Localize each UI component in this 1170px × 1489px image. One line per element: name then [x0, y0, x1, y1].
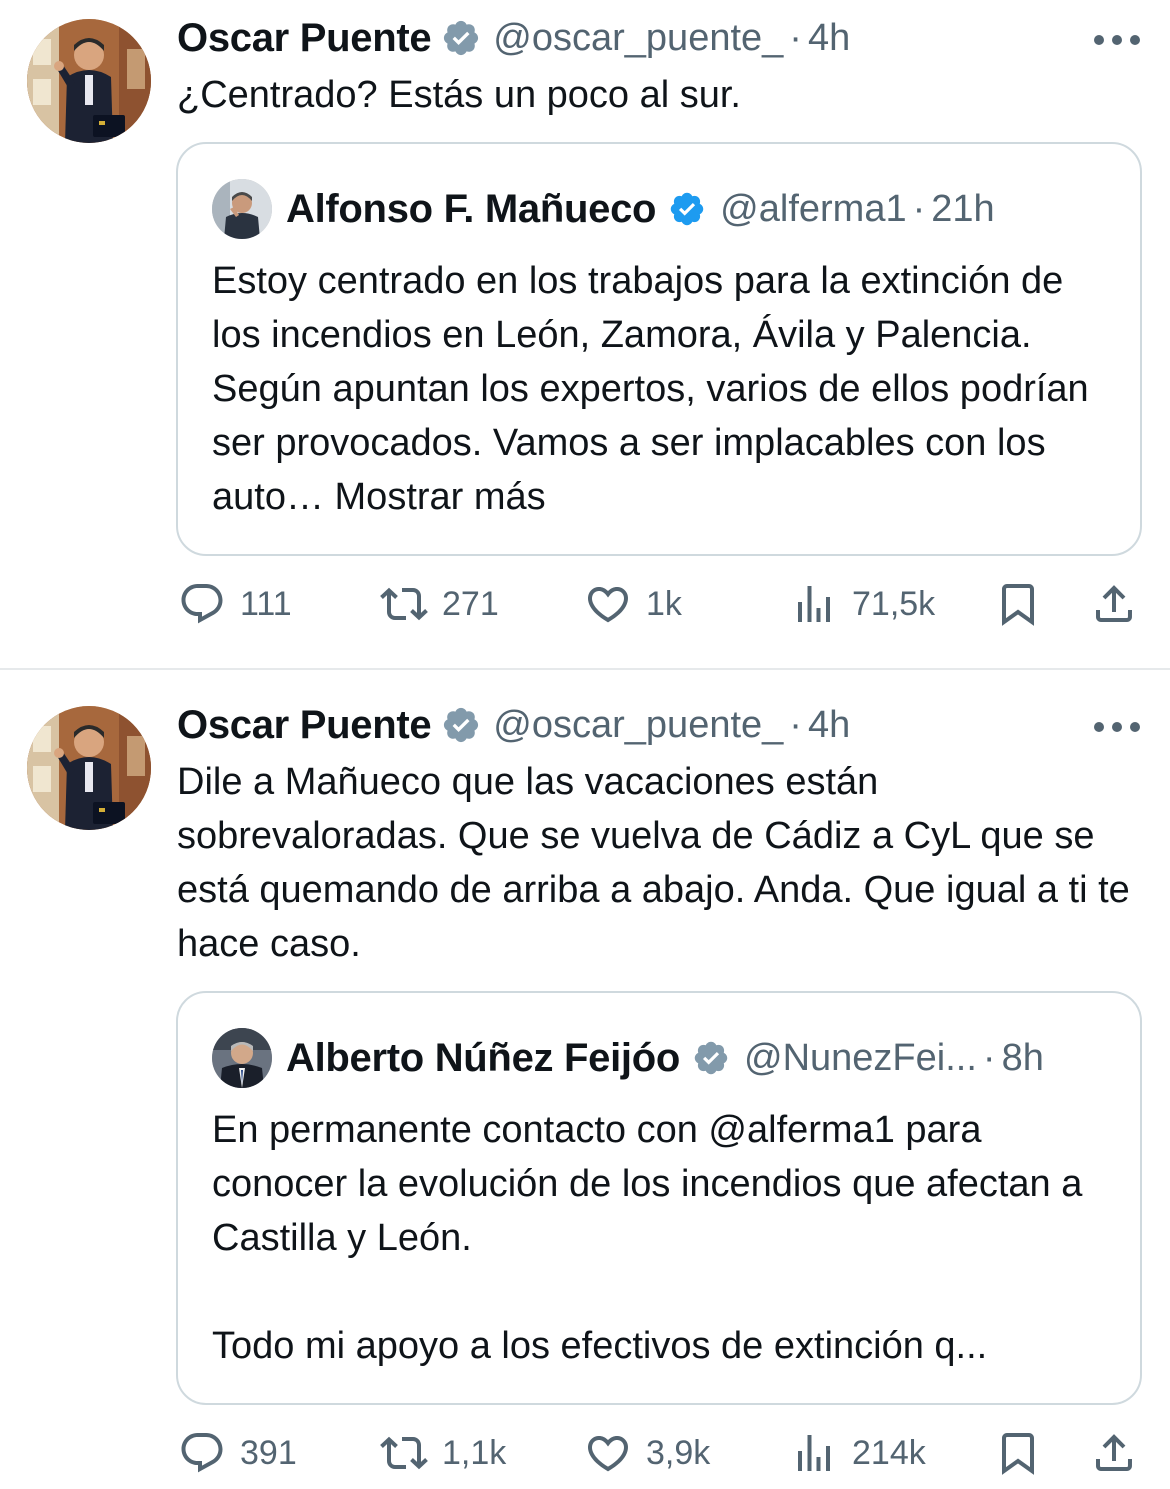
bookmark-icon: [1002, 1433, 1034, 1475]
like-count: 3,9k: [646, 1433, 711, 1472]
author-name[interactable]: Oscar Puente: [177, 16, 432, 61]
share-icon: [1096, 1434, 1132, 1471]
bookmark-button[interactable]: [994, 1423, 1042, 1483]
retweet-button[interactable]: 271: [380, 574, 499, 634]
verified-badge-icon: [694, 1041, 728, 1075]
retweet-count: 271: [442, 584, 499, 623]
author-avatar[interactable]: [27, 706, 151, 830]
separator-dot: ·: [982, 1036, 996, 1079]
author-handle[interactable]: @oscar_puente_: [493, 704, 783, 747]
quoted-tweet[interactable]: Alberto Núñez Feijóo @NunezFei... · 8h E…: [176, 991, 1142, 1405]
separator-dot: ·: [912, 187, 926, 230]
heart-icon: [587, 587, 629, 623]
quoted-author-handle: @NunezFei...: [744, 1036, 977, 1079]
heart-icon: [587, 1436, 629, 1472]
share-button[interactable]: [1090, 574, 1138, 634]
like-count: 1k: [646, 584, 682, 623]
verified-badge-icon: [444, 707, 479, 743]
verified-badge-icon: [444, 20, 479, 56]
quoted-tweet-timestamp: 8h: [1001, 1036, 1044, 1079]
retweet-button[interactable]: 1,1k: [380, 1423, 506, 1483]
bookmark-icon: [1002, 584, 1034, 626]
share-icon: [1096, 585, 1132, 622]
reply-count: 391: [240, 1433, 297, 1472]
quoted-tweet-text: En permanente contacto con @alferma1 par…: [212, 1103, 1122, 1373]
author-handle[interactable]: @oscar_puente_: [493, 17, 783, 60]
reply-button[interactable]: 391: [178, 1423, 297, 1483]
verified-badge-icon: [670, 192, 704, 226]
quoted-author-avatar: [212, 179, 272, 239]
retweet-icon: [380, 587, 428, 621]
quoted-author-avatar: [212, 1028, 272, 1088]
quoted-tweet-header: Alfonso F. Mañueco @alferma1 · 21h: [212, 176, 995, 242]
retweet-count: 1,1k: [442, 1433, 507, 1472]
reply-icon: [181, 1433, 223, 1473]
separator-dot: ·: [789, 703, 802, 746]
views-button[interactable]: 214k: [790, 1423, 926, 1483]
more-options-icon[interactable]: [1094, 34, 1140, 46]
tweet-text: Dile a Mañueco que las vacaciones están …: [177, 761, 1130, 965]
author-name[interactable]: Oscar Puente: [177, 703, 432, 748]
like-button[interactable]: 1k: [584, 574, 682, 634]
views-chart-icon: [798, 586, 830, 622]
tweet-header: Oscar Puente @oscar_puente_ · 4h: [177, 13, 850, 63]
quoted-tweet-text: Estoy centrado en los trabajos para la e…: [212, 254, 1122, 524]
bookmark-button[interactable]: [994, 574, 1042, 634]
tweet-actions: 391 1,1k 3,9k 214k: [0, 1423, 1170, 1483]
views-chart-icon: [798, 1435, 830, 1471]
tweet-timestamp[interactable]: 4h: [808, 704, 850, 747]
separator-dot: ·: [789, 16, 802, 59]
tweet-divider: [0, 668, 1170, 670]
tweet[interactable]: Oscar Puente @oscar_puente_ · 4h Dile a …: [0, 671, 1170, 1489]
retweet-icon: [380, 1436, 428, 1470]
views-button[interactable]: 71,5k: [790, 574, 935, 634]
tweet-actions: 111 271 1k 71,5k: [0, 574, 1170, 634]
reply-count: 111: [240, 584, 292, 623]
quoted-author-name: Alberto Núñez Feijóo: [286, 1035, 681, 1080]
quoted-author-handle: @alferma1: [720, 187, 907, 230]
quoted-tweet[interactable]: Alfonso F. Mañueco @alferma1 · 21h Estoy…: [176, 142, 1142, 556]
tweet-header: Oscar Puente @oscar_puente_ · 4h: [177, 700, 850, 750]
like-button[interactable]: 3,9k: [584, 1423, 710, 1483]
share-button[interactable]: [1090, 1423, 1138, 1483]
reply-button[interactable]: 111: [178, 574, 292, 634]
quoted-tweet-text-body: En permanente contacto con @alferma1 par…: [212, 1109, 1083, 1367]
tweet[interactable]: Oscar Puente @oscar_puente_ · 4h ¿Centra…: [0, 0, 1170, 668]
tweet-text: ¿Centrado? Estás un poco al sur.: [177, 74, 741, 116]
views-count: 71,5k: [852, 584, 936, 623]
quoted-tweet-timestamp: 21h: [931, 187, 995, 230]
reply-icon: [181, 584, 223, 624]
show-more-link[interactable]: Mostrar más: [324, 476, 546, 518]
quoted-tweet-header: Alberto Núñez Feijóo @NunezFei... · 8h: [212, 1025, 1044, 1091]
quoted-author-name: Alfonso F. Mañueco: [286, 186, 657, 231]
tweet-timestamp[interactable]: 4h: [808, 17, 850, 60]
views-count: 214k: [852, 1433, 926, 1472]
author-avatar[interactable]: [27, 19, 151, 143]
more-options-icon[interactable]: [1094, 721, 1140, 733]
